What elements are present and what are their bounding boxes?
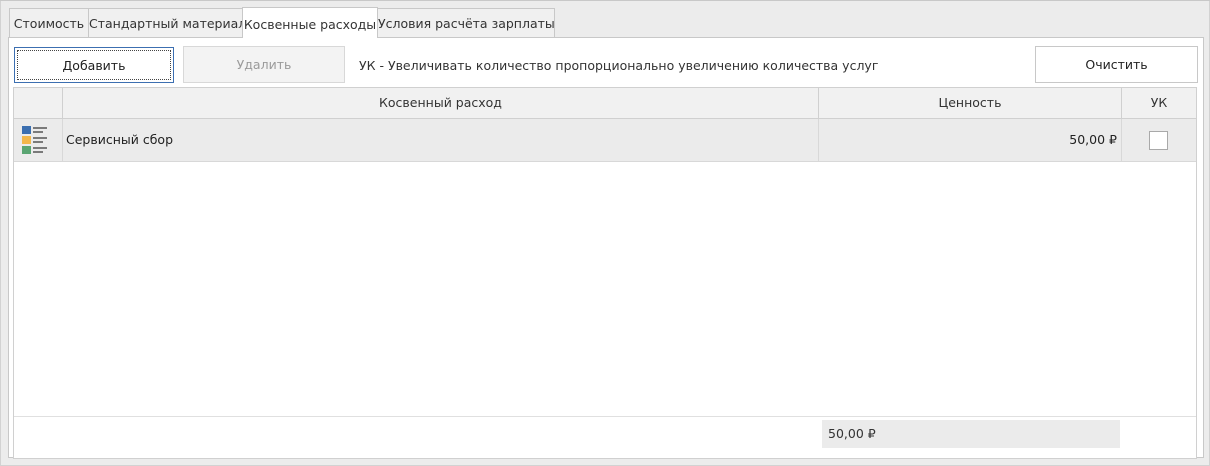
tab-cost[interactable]: Стоимость	[9, 8, 89, 37]
value-total: 50,00 ₽	[822, 420, 1120, 448]
header-indirect-expense[interactable]: Косвенный расход	[63, 88, 819, 119]
header-value[interactable]: Ценность	[819, 88, 1122, 119]
indirect-costs-grid: Косвенный расход Ценность УК Сервисный с…	[13, 87, 1197, 459]
table-row[interactable]: Сервисный сбор 50,00 ₽	[14, 119, 1196, 162]
add-button-label: Добавить	[17, 50, 171, 80]
delete-button[interactable]: Удалить	[183, 46, 345, 83]
uk-checkbox[interactable]	[1149, 131, 1168, 150]
row-icon-cell	[14, 119, 63, 161]
clear-button[interactable]: Очистить	[1035, 46, 1198, 83]
add-button[interactable]: Добавить	[14, 47, 174, 83]
top-divider	[0, 0, 1210, 1]
header-uk[interactable]: УК	[1122, 88, 1196, 119]
tab-salary-conditions[interactable]: Условия расчёта зарплаты	[377, 8, 555, 37]
list-item-icon	[22, 126, 47, 154]
row-expense-name: Сервисный сбор	[63, 119, 819, 161]
footer-divider	[14, 416, 1196, 417]
uk-hint-text: УК - Увеличивать количество пропорционал…	[359, 58, 879, 73]
row-value: 50,00 ₽	[819, 119, 1122, 161]
tab-indirect-costs[interactable]: Косвенные расходы	[242, 7, 378, 38]
header-indicator-column	[14, 88, 63, 119]
tab-standard-material[interactable]: Стандартный материал	[88, 8, 246, 37]
